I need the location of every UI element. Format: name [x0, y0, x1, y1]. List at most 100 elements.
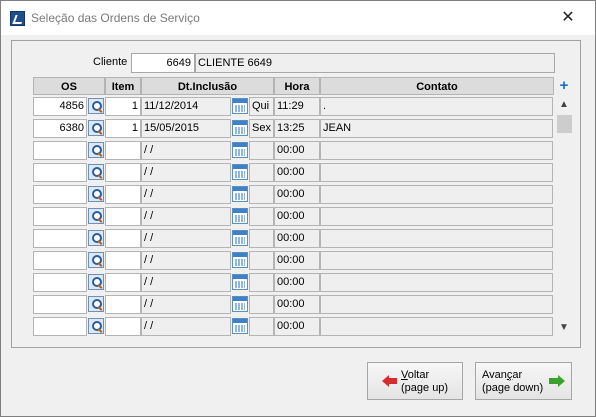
scroll-up-icon[interactable]: ▲	[557, 98, 571, 112]
title-bar: Seleção das Ordens de Serviço ✕	[1, 1, 595, 35]
search-icon[interactable]	[88, 164, 104, 180]
cliente-code-field[interactable]: 6649	[131, 53, 195, 73]
arrow-right-icon	[549, 375, 565, 387]
contato-field: .	[320, 97, 553, 116]
dt-inclusao-field: / /	[141, 207, 231, 226]
search-icon[interactable]	[88, 230, 104, 246]
dt-inclusao-field: 11/12/2014	[141, 97, 231, 116]
table-row[interactable]: 6380 1 15/05/2015 Sex 13:25 JEAN	[0, 117, 596, 139]
item-field[interactable]	[105, 207, 141, 226]
table-row[interactable]: / / 00:00	[0, 227, 596, 249]
item-field[interactable]: 1	[105, 97, 141, 116]
weekday-field	[249, 163, 274, 182]
avancar-button[interactable]: Avançar (page down)	[475, 362, 572, 400]
hora-field: 00:00	[274, 229, 320, 248]
search-icon[interactable]	[88, 274, 104, 290]
calendar-icon[interactable]	[232, 252, 248, 268]
weekday-field	[249, 295, 274, 314]
item-field[interactable]	[105, 317, 141, 336]
weekday-field	[249, 273, 274, 292]
os-field[interactable]	[33, 295, 87, 314]
weekday-field	[249, 185, 274, 204]
calendar-icon[interactable]	[232, 296, 248, 312]
search-icon[interactable]	[88, 142, 104, 158]
contato-field: JEAN	[320, 119, 553, 138]
os-field[interactable]	[33, 163, 87, 182]
search-icon[interactable]	[88, 98, 104, 114]
column-header-dt-inclusao: Dt.Inclusão	[141, 77, 274, 95]
contato-field	[320, 251, 553, 270]
dt-inclusao-field: / /	[141, 273, 231, 292]
item-field[interactable]	[105, 251, 141, 270]
item-field[interactable]	[105, 273, 141, 292]
contato-field	[320, 229, 553, 248]
table-row[interactable]: / / 00:00	[0, 183, 596, 205]
calendar-icon[interactable]	[232, 120, 248, 136]
cliente-label: Cliente	[93, 56, 128, 68]
os-field[interactable]	[33, 251, 87, 270]
os-field[interactable]	[33, 185, 87, 204]
search-icon[interactable]	[88, 296, 104, 312]
table-row[interactable]: / / 00:00	[0, 205, 596, 227]
item-field[interactable]	[105, 185, 141, 204]
os-field[interactable]: 6380	[33, 119, 87, 138]
os-field[interactable]	[33, 273, 87, 292]
search-icon[interactable]	[88, 318, 104, 334]
calendar-icon[interactable]	[232, 164, 248, 180]
voltar-button[interactable]: Voltar (page up)	[367, 362, 463, 400]
item-field[interactable]: 1	[105, 119, 141, 138]
dt-inclusao-field: / /	[141, 251, 231, 270]
calendar-icon[interactable]	[232, 274, 248, 290]
table-row[interactable]: / / 00:00	[0, 249, 596, 271]
close-icon[interactable]: ✕	[556, 6, 580, 30]
calendar-icon[interactable]	[232, 230, 248, 246]
dt-inclusao-field: / /	[141, 229, 231, 248]
add-row-icon[interactable]: +	[557, 78, 571, 93]
item-field[interactable]	[105, 295, 141, 314]
item-field[interactable]	[105, 163, 141, 182]
os-field[interactable]: 4856	[33, 97, 87, 116]
hora-field: 00:00	[274, 185, 320, 204]
weekday-field	[249, 229, 274, 248]
column-header-hora: Hora	[274, 77, 320, 95]
column-header-contato: Contato	[320, 77, 554, 95]
dt-inclusao-field: / /	[141, 295, 231, 314]
table-row[interactable]: / / 00:00	[0, 315, 596, 337]
calendar-icon[interactable]	[232, 208, 248, 224]
search-icon[interactable]	[88, 252, 104, 268]
contato-field	[320, 207, 553, 226]
item-field[interactable]	[105, 141, 141, 160]
os-field[interactable]	[33, 229, 87, 248]
voltar-label: Voltar (page up)	[401, 369, 449, 394]
os-field[interactable]	[33, 141, 87, 160]
hora-field: 00:00	[274, 251, 320, 270]
dt-inclusao-field: 15/05/2015	[141, 119, 231, 138]
dt-inclusao-field: / /	[141, 185, 231, 204]
app-icon	[10, 11, 25, 26]
arrow-left-icon	[382, 375, 398, 387]
hora-field: 11:29	[274, 97, 320, 116]
table-row[interactable]: / / 00:00	[0, 139, 596, 161]
search-icon[interactable]	[88, 208, 104, 224]
hora-field: 13:25	[274, 119, 320, 138]
avancar-label: Avançar (page down)	[482, 369, 544, 394]
calendar-icon[interactable]	[232, 186, 248, 202]
table-row[interactable]: / / 00:00	[0, 161, 596, 183]
os-field[interactable]	[33, 207, 87, 226]
table-row[interactable]: / / 00:00	[0, 271, 596, 293]
calendar-icon[interactable]	[232, 318, 248, 334]
contato-field	[320, 317, 553, 336]
item-field[interactable]	[105, 229, 141, 248]
contato-field	[320, 273, 553, 292]
hora-field: 00:00	[274, 273, 320, 292]
table-row[interactable]: / / 00:00	[0, 293, 596, 315]
search-icon[interactable]	[88, 120, 104, 136]
scroll-down-icon[interactable]: ▼	[557, 321, 571, 335]
calendar-icon[interactable]	[232, 142, 248, 158]
table-row[interactable]: 4856 1 11/12/2014 Qui 11:29.	[0, 95, 596, 117]
search-icon[interactable]	[88, 186, 104, 202]
hora-field: 00:00	[274, 295, 320, 314]
calendar-icon[interactable]	[232, 98, 248, 114]
scrollbar-thumb[interactable]	[557, 115, 572, 133]
os-field[interactable]	[33, 317, 87, 336]
